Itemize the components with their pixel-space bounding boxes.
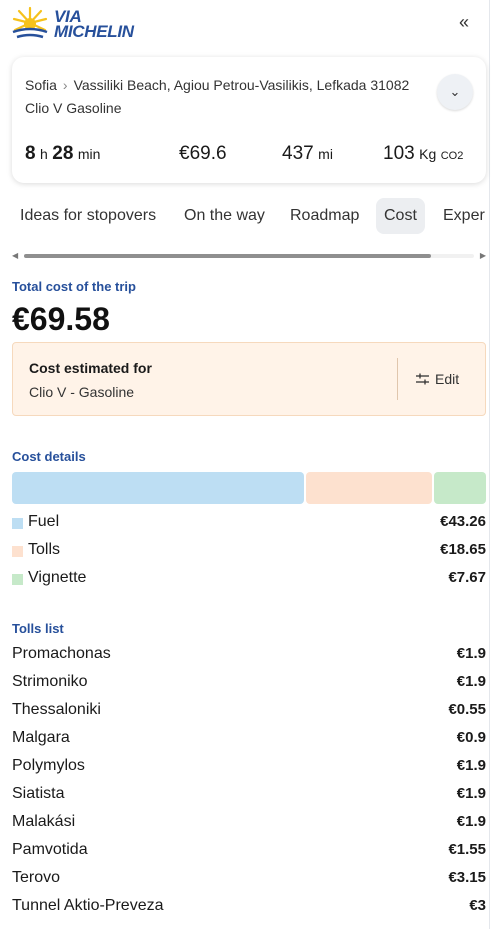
co2-emissions: 103 Kg CO2 <box>383 143 464 164</box>
tab-experiences[interactable]: Exper <box>443 198 485 234</box>
toll-row: Malgara €0.9 <box>12 729 486 746</box>
vehicle-model: Clio V <box>25 100 63 116</box>
route-line: Sofia › Vassiliki Beach, Agiou Petrou-Vasi… <box>25 77 409 93</box>
edit-vehicle-button[interactable]: Edit <box>416 371 459 387</box>
toll-row: Thessaloniki €0.55 <box>12 701 486 718</box>
collapse-panel-button[interactable]: « <box>452 10 476 34</box>
divider <box>397 358 398 400</box>
via-michelin-logo[interactable]: VIA MICHELIN <box>11 6 134 42</box>
cost-estimate-box: Cost estimated for Clio V - Gasoline Edi… <box>12 342 486 416</box>
vehicle-line: Clio V Gasoline <box>25 100 122 116</box>
fuel-swatch <box>12 518 23 529</box>
header: VIA MICHELIN « <box>0 0 489 48</box>
expand-route-button[interactable]: ⌄ <box>437 74 473 110</box>
toll-row: Terovo €3.15 <box>12 869 486 886</box>
sliders-icon <box>416 373 429 385</box>
scrollbar-thumb[interactable] <box>24 254 431 258</box>
vignette-swatch <box>12 574 23 585</box>
itinerary-panel: VIA MICHELIN « Sofia › Vassiliki Beach, Ag… <box>0 0 490 929</box>
trip-cost: €69.6 <box>179 143 227 164</box>
toll-row: Polymylos €1.9 <box>12 757 486 774</box>
vehicle-fuel: Gasoline <box>66 100 122 116</box>
toll-row: Tunnel Aktio-Preveza €3 <box>12 897 486 914</box>
double-chevron-left-icon: « <box>458 11 469 32</box>
route-destination: Vassiliki Beach, Agiou Petrou-Vasilikis,… <box>73 77 410 93</box>
tab-on-the-way[interactable]: On the way <box>184 198 265 234</box>
cost-row-fuel: Fuel €43.26 <box>12 513 486 533</box>
chevron-right-icon: › <box>62 77 68 93</box>
scroll-left-arrow-icon[interactable]: ◀ <box>12 250 18 262</box>
tab-roadmap[interactable]: Roadmap <box>290 198 359 234</box>
tab-cost[interactable]: Cost <box>376 198 425 234</box>
tab-bar: Ideas for stopovers On the way Roadmap C… <box>0 198 489 236</box>
scroll-right-arrow-icon[interactable]: ▶ <box>480 250 486 262</box>
vignette-bar-segment <box>434 472 486 504</box>
cost-row-tolls: Tolls €18.65 <box>12 541 486 561</box>
route-origin: Sofia <box>25 77 57 93</box>
cost-row-vignette: Vignette €7.67 <box>12 569 486 589</box>
toll-row: Malakási €1.9 <box>12 813 486 830</box>
toll-row: Strimoniko €1.9 <box>12 673 486 690</box>
route-summary-card: Sofia › Vassiliki Beach, Agiou Petrou-Vasi… <box>12 57 486 183</box>
fuel-bar-segment <box>12 472 304 504</box>
tabs-scrollbar[interactable]: ◀ ▶ <box>12 250 486 262</box>
cost-details-label: Cost details <box>12 449 86 464</box>
tolls-bar-segment <box>306 472 432 504</box>
logo-text-michelin: MICHELIN <box>54 22 134 41</box>
duration: 8 h 28 min <box>25 143 101 164</box>
route-stats: 8 h 28 min €69.6 437 mi 103 Kg CO2 <box>25 143 475 167</box>
estimate-vehicle: Clio V - Gasoline <box>29 384 135 400</box>
total-cost-value: €69.58 <box>12 301 110 337</box>
toll-row: Pamvotida €1.55 <box>12 841 486 858</box>
tab-ideas-for-stopovers[interactable]: Ideas for stopovers <box>20 198 156 234</box>
sun-logo-icon <box>12 6 48 39</box>
total-cost-label: Total cost of the trip <box>12 279 136 294</box>
edit-label: Edit <box>435 371 460 387</box>
tolls-list-label: Tolls list <box>12 621 64 636</box>
distance: 437 mi <box>282 143 333 164</box>
toll-row: Siatista €1.9 <box>12 785 486 802</box>
estimate-title: Cost estimated for <box>29 360 152 376</box>
chevron-down-icon: ⌄ <box>449 84 461 99</box>
tolls-swatch <box>12 546 23 557</box>
toll-row: Promachonas €1.9 <box>12 645 486 662</box>
